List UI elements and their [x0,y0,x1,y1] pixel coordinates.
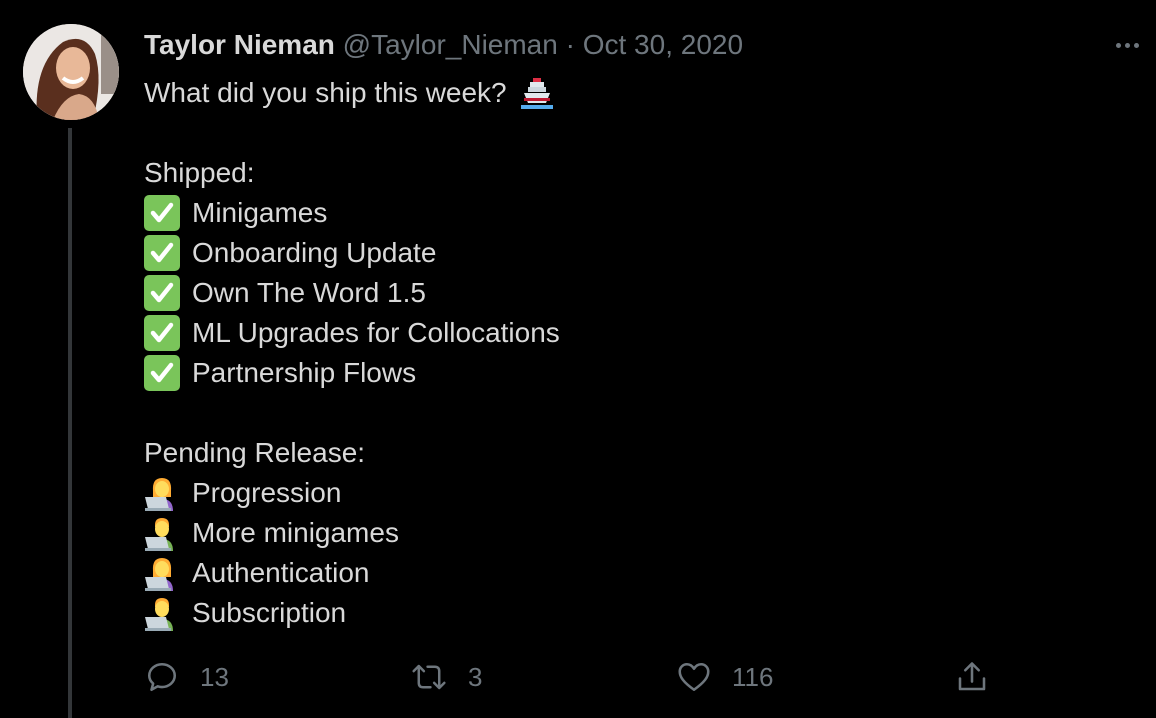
shipped-item-label: Own The Word 1.5 [192,277,426,308]
man-technologist-emoji-icon [145,518,173,551]
shipped-item-label: Partnership Flows [192,357,417,388]
shipped-heading: Shipped: [144,157,255,188]
shipped-item-label: ML Upgrades for Collocations [192,317,560,348]
more-dot-icon [1133,42,1139,48]
check-mark-button-emoji-icon [144,315,180,351]
retweet-button[interactable]: 3 [410,656,482,698]
check-mark-button-emoji-icon [144,195,180,231]
pending-item-label: More minigames [192,517,399,548]
shipped-item: ML Upgrades for Collocations [144,313,560,353]
man-technologist-emoji-icon [145,598,173,631]
tweet-header: Taylor Nieman @Taylor_Nieman · Oct 30, 2… [144,28,743,62]
pending-heading: Pending Release: [144,437,366,468]
tweet-actions-bar: 13 3 116 [144,656,994,698]
pending-item: Subscription [144,593,560,633]
author-name[interactable]: Taylor Nieman [144,29,335,60]
like-button[interactable]: 116 [676,656,773,698]
tweet-text: What did you ship this week? Shipped: Mi… [144,73,560,633]
check-mark-button-emoji-icon [144,235,180,271]
ship-emoji-icon [520,78,553,109]
woman-technologist-emoji-icon [145,558,173,591]
pending-item-label: Authentication [192,557,370,588]
header-separator: · [565,29,575,60]
reply-icon [147,662,177,692]
more-dot-icon [1115,42,1121,48]
tweet-date[interactable]: Oct 30, 2020 [583,29,743,60]
avatar-photo [23,24,119,120]
pending-item: Progression [144,473,560,513]
heart-icon [678,662,710,692]
reply-button[interactable]: 13 [144,656,229,698]
retweet-count: 3 [468,661,483,692]
share-icon [958,662,986,691]
pending-item: More minigames [144,513,560,553]
pending-item-label: Subscription [192,597,347,628]
woman-technologist-emoji-icon [145,478,173,511]
tweet-intro: What did you ship this week? [144,77,507,108]
share-button[interactable] [954,656,990,698]
author-handle[interactable]: @Taylor_Nieman [343,29,558,60]
more-dot-icon [1124,42,1130,48]
check-mark-button-emoji-icon [144,355,180,391]
shipped-item: Partnership Flows [144,353,560,393]
shipped-item: Minigames [144,193,560,233]
thread-connector-line [68,128,72,718]
check-mark-button-emoji-icon [144,275,180,311]
shipped-item: Onboarding Update [144,233,560,273]
shipped-item-label: Onboarding Update [192,237,437,268]
author-avatar[interactable] [23,24,119,120]
pending-item: Authentication [144,553,560,593]
more-options-button[interactable] [1108,34,1146,56]
reply-count: 13 [200,661,229,692]
tweet-intro-line: What did you ship this week? [144,73,560,113]
pending-item-label: Progression [192,477,342,508]
like-count: 116 [732,661,774,692]
retweet-icon [412,664,446,690]
shipped-item-label: Minigames [192,197,328,228]
shipped-item: Own The Word 1.5 [144,273,560,313]
